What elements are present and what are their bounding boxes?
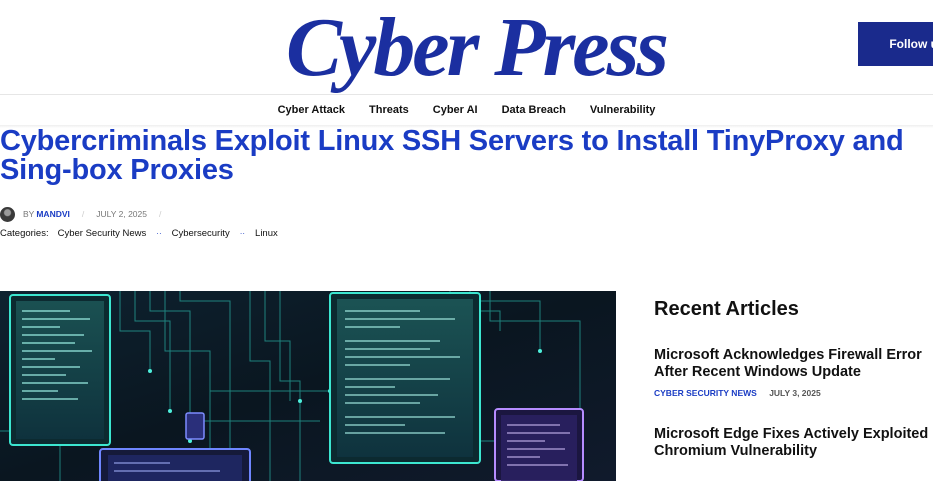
article-title: Cybercriminals Exploit Linux SSH Servers… [0,125,904,186]
featured-image-illustration [0,291,616,481]
nav-item-cyber-attack[interactable]: Cyber Attack [266,96,357,126]
site-header: Cyber Press Follow us [0,0,933,95]
follow-us-button[interactable]: Follow us [858,22,933,66]
recent-article-date: JULY 3, 2025 [769,388,821,398]
article-categories: Categories: Cyber Security News ·· Cyber… [0,228,278,239]
nav-item-vulnerability[interactable]: Vulnerability [578,96,668,126]
recent-article-title[interactable]: Microsoft Edge Fixes Actively Exploited … [654,426,933,460]
author-link[interactable]: MANDVI [36,209,70,219]
category-separator: ·· [239,229,246,238]
article-date: JULY 2, 2025 [96,209,147,219]
category-separator: ·· [156,229,162,238]
nav-item-data-breach[interactable]: Data Breach [490,96,578,126]
recent-article-meta: CYBER SECURITY NEWS JULY 3, 2025 [654,388,933,398]
categories-label: Categories: [0,228,49,239]
recent-article-item: Microsoft Acknowledges Firewall Error Af… [654,347,933,398]
recent-article-category[interactable]: CYBER SECURITY NEWS [654,388,757,398]
nav-item-threats[interactable]: Threats [357,96,421,126]
recent-articles-sidebar: Recent Articles Microsoft Acknowledges F… [654,295,933,460]
meta-separator: / [81,209,85,219]
category-link-linux[interactable]: Linux [255,228,278,239]
article-meta: BY MANDVI / JULY 2, 2025 / [0,206,173,222]
by-label: BY [23,209,35,219]
meta-separator: / [158,209,162,219]
main-nav: Cyber Attack Threats Cyber AI Data Breac… [0,96,933,126]
recent-article-title[interactable]: Microsoft Acknowledges Firewall Error Af… [654,347,933,381]
author-avatar[interactable] [0,206,15,222]
recent-articles-heading: Recent Articles [654,298,799,320]
site-logo[interactable]: Cyber Press [286,4,669,92]
nav-item-cyber-ai[interactable]: Cyber AI [421,96,490,126]
category-link-cyber-security-news[interactable]: Cyber Security News [58,228,147,239]
featured-image [0,291,616,481]
category-link-cybersecurity[interactable]: Cybersecurity [172,228,230,239]
recent-article-item: Microsoft Edge Fixes Actively Exploited … [654,426,933,460]
